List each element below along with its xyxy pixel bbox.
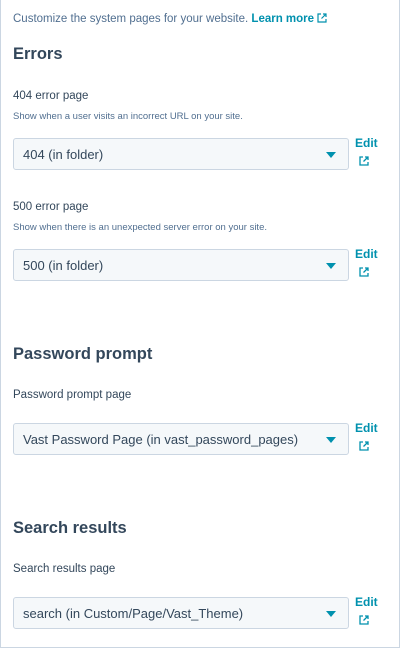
password-page-edit-link[interactable]: Edit bbox=[355, 421, 378, 435]
caret-down-icon bbox=[326, 611, 336, 617]
error-500-select[interactable]: 500 (in folder) bbox=[13, 249, 349, 281]
external-link-icon[interactable] bbox=[358, 614, 370, 626]
search-page-select-value: search (in Custom/Page/Vast_Theme) bbox=[23, 606, 244, 621]
password-page-select-value: Vast Password Page (in vast_password_pag… bbox=[23, 432, 299, 447]
learn-more-label: Learn more bbox=[251, 13, 315, 25]
external-link-icon[interactable] bbox=[358, 440, 370, 452]
error-500-select-value: 500 (in folder) bbox=[23, 258, 104, 273]
error-500-help: Show when there is an unexpected server … bbox=[13, 222, 267, 233]
intro-text: Customize the system pages for your webs… bbox=[13, 13, 327, 25]
system-pages-panel: Customize the system pages for your webs… bbox=[0, 0, 400, 648]
external-link-icon[interactable] bbox=[358, 155, 370, 167]
password-page-select[interactable]: Vast Password Page (in vast_password_pag… bbox=[13, 423, 349, 455]
learn-more-link[interactable]: Learn more bbox=[251, 13, 327, 25]
search-page-select[interactable]: search (in Custom/Page/Vast_Theme) bbox=[13, 597, 349, 629]
error-500-edit-link[interactable]: Edit bbox=[355, 247, 378, 261]
error-404-select[interactable]: 404 (in folder) bbox=[13, 138, 349, 170]
caret-down-icon bbox=[326, 263, 336, 269]
password-page-label: Password prompt page bbox=[13, 389, 132, 401]
search-page-label: Search results page bbox=[13, 563, 116, 575]
search-heading: Search results bbox=[13, 519, 127, 537]
search-page-edit-link[interactable]: Edit bbox=[355, 595, 378, 609]
error-404-select-value: 404 (in folder) bbox=[23, 147, 104, 162]
error-500-label: 500 error page bbox=[13, 201, 89, 213]
error-404-edit-link[interactable]: Edit bbox=[355, 136, 378, 150]
password-heading: Password prompt bbox=[13, 345, 153, 363]
error-404-help: Show when a user visits an incorrect URL… bbox=[13, 111, 243, 122]
intro-description: Customize the system pages for your webs… bbox=[13, 13, 249, 25]
caret-down-icon bbox=[326, 437, 336, 443]
external-link-icon bbox=[317, 13, 327, 23]
external-link-icon[interactable] bbox=[358, 266, 370, 278]
caret-down-icon bbox=[326, 152, 336, 158]
errors-heading: Errors bbox=[13, 45, 63, 63]
error-404-label: 404 error page bbox=[13, 90, 89, 102]
